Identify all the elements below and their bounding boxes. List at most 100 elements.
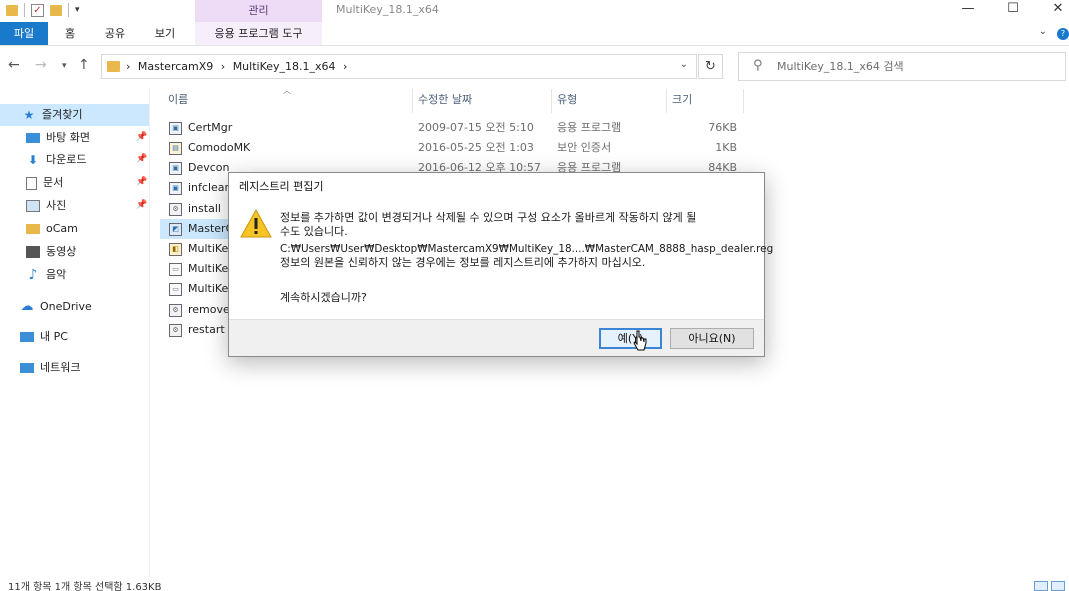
file-name: Devcon	[188, 161, 230, 174]
column-divider[interactable]	[412, 89, 413, 113]
file-size: 76KB	[708, 121, 737, 134]
tab-view[interactable]: 보기	[144, 22, 186, 45]
back-button[interactable]: ←	[8, 57, 20, 73]
batch-icon: ⚙	[169, 304, 182, 317]
pin-icon[interactable]: 📌	[136, 177, 147, 187]
sidebar-item-label: 다운로드	[46, 153, 87, 166]
sidebar-item-label: 즐겨찾기	[42, 108, 83, 121]
file-name: install	[188, 202, 221, 215]
breadcrumb-item[interactable]: MultiKey_18.1_x64	[233, 60, 336, 73]
sidebar-item-music[interactable]: ♪ 음악	[26, 264, 67, 286]
pin-icon[interactable]: 📌	[136, 154, 147, 164]
file-name: ComodoMK	[188, 141, 251, 154]
forward-button[interactable]: →	[35, 57, 47, 73]
file-name: restart	[188, 323, 225, 336]
picture-icon	[26, 200, 40, 212]
exe-icon: ▣	[169, 162, 182, 175]
file-date: 2009-07-15 오전 5:10	[418, 121, 534, 134]
minimize-button[interactable]: —	[945, 0, 991, 20]
sidebar-item-favorites[interactable]: ★ 즐겨찾기	[0, 104, 149, 126]
folder-icon	[26, 224, 40, 234]
manage-context-tab[interactable]: 관리	[195, 0, 322, 22]
file-date: 2016-05-25 오전 1:03	[418, 141, 534, 154]
pc-icon	[20, 332, 34, 342]
mouse-cursor-icon	[633, 330, 647, 351]
breadcrumb-separator: ›	[220, 60, 226, 73]
up-button[interactable]: ↑	[78, 57, 90, 73]
file-row[interactable]: ▣ CertMgr 2009-07-15 오전 5:10 응용 프로그램 76K…	[160, 118, 750, 138]
exe-icon: ▣	[169, 122, 182, 135]
sidebar-item-label: oCam	[46, 222, 78, 235]
file-name: infclean	[188, 181, 232, 194]
file-size: 1KB	[715, 141, 737, 154]
address-bar[interactable]: › MastercamX9 › MultiKey_18.1_x64 › ⌄	[101, 54, 697, 79]
breadcrumb-item[interactable]: MastercamX9	[138, 60, 213, 73]
large-icons-view-icon[interactable]	[1051, 581, 1065, 591]
dialog-button-bar: 예(Y) 아니요(N)	[229, 319, 764, 356]
file-row-selected[interactable]: ◩ MasterC	[160, 219, 233, 239]
batch-icon: ⚙	[169, 203, 182, 216]
close-button[interactable]: ✕	[1035, 0, 1069, 20]
tab-application-tools[interactable]: 응용 프로그램 도구	[195, 22, 322, 45]
sidebar-item-this-pc[interactable]: 내 PC	[20, 326, 68, 348]
sidebar-item-label: 문서	[43, 176, 64, 189]
sidebar-item-label: 바탕 화면	[46, 131, 90, 144]
refresh-button[interactable]: ↻	[698, 54, 723, 79]
sidebar-item-onedrive[interactable]: ☁ OneDrive	[20, 296, 92, 318]
network-icon	[20, 363, 34, 373]
file-name: remove	[188, 303, 230, 316]
sidebar-item-network[interactable]: 네트워크	[20, 357, 80, 379]
recent-locations-icon[interactable]: ▾	[62, 61, 67, 71]
registry-file-path: C:₩Users₩User₩Desktop₩MastercamX9₩MultiK…	[280, 243, 774, 255]
pin-icon[interactable]: 📌	[136, 200, 147, 210]
column-header-date[interactable]: 수정한 날짜	[418, 89, 472, 113]
registry-icon: ◩	[169, 223, 182, 236]
search-placeholder: MultiKey_18.1_x64 검색	[777, 60, 904, 73]
sidebar-item-label: 사진	[46, 199, 67, 212]
new-folder-icon[interactable]	[50, 4, 62, 16]
trust-warning: 정보의 원본을 신뢰하지 않는 경우에는 정보를 레지스트리에 추가하지 마십시…	[280, 256, 646, 269]
toolbar-divider	[24, 3, 25, 17]
sidebar-item-downloads[interactable]: ⬇ 다운로드	[26, 149, 87, 171]
warning-icon	[240, 209, 272, 238]
title-bar: ✓ ▾ 관리 MultiKey_18.1_x64 — ☐ ✕	[0, 0, 1069, 22]
sidebar-item-pictures[interactable]: 사진	[26, 195, 66, 217]
column-divider[interactable]	[666, 89, 667, 113]
properties-icon[interactable]: ✓	[31, 3, 44, 17]
details-view-icon[interactable]	[1034, 581, 1048, 591]
dialog-message: 정보를 추가하면 값이 변경되거나 삭제될 수 있으며 구성 요소가 올바르게 …	[280, 211, 774, 270]
column-header-type[interactable]: 유형	[557, 89, 577, 113]
sidebar-item-label: OneDrive	[40, 300, 92, 313]
help-icon[interactable]: ?	[1057, 28, 1069, 40]
sidebar-item-videos[interactable]: 동영상	[26, 241, 76, 263]
registry-editor-dialog: 레지스트리 편집기 정보를 추가하면 값이 변경되거나 삭제될 수 있으며 구성…	[228, 172, 774, 357]
pin-icon[interactable]: 📌	[136, 132, 147, 142]
file-row[interactable]: ▤ ComodoMK 2016-05-25 오전 1:03 보안 인증서 1KB	[160, 138, 750, 158]
exe-icon: ▣	[169, 182, 182, 195]
search-icon: ⚲	[753, 58, 763, 73]
sort-ascending-icon: ︿	[283, 86, 291, 95]
sidebar-item-ocam[interactable]: oCam	[26, 218, 78, 240]
maximize-button[interactable]: ☐	[990, 0, 1036, 20]
folder-icon[interactable]	[6, 4, 18, 16]
sidebar-item-documents[interactable]: 문서	[26, 172, 63, 194]
column-divider[interactable]	[743, 89, 744, 113]
window-title: MultiKey_18.1_x64	[336, 3, 439, 16]
download-icon: ⬇	[27, 153, 39, 167]
tab-file[interactable]: 파일	[0, 22, 48, 45]
tab-share[interactable]: 공유	[94, 22, 136, 45]
file-type: 보안 인증서	[557, 141, 612, 154]
quick-access-toolbar: ✓ ▾	[6, 3, 80, 17]
column-header-name[interactable]: 이름	[168, 89, 188, 113]
customize-toolbar-icon[interactable]: ▾	[75, 5, 80, 15]
column-header-size[interactable]: 크기	[672, 89, 692, 113]
column-divider[interactable]	[551, 89, 552, 113]
no-button[interactable]: 아니요(N)	[670, 328, 754, 349]
sidebar-item-desktop[interactable]: 바탕 화면	[26, 127, 90, 149]
search-input[interactable]: ⚲ MultiKey_18.1_x64 검색	[738, 52, 1066, 81]
chevron-down-icon[interactable]: ⌄	[680, 59, 688, 70]
yes-button[interactable]: 예(Y)	[599, 328, 662, 349]
tab-home[interactable]: 홈	[52, 22, 88, 45]
navigation-bar: ← → ▾ ↑ › MastercamX9 › MultiKey_18.1_x6…	[0, 49, 1069, 85]
expand-ribbon-icon[interactable]: ⌄	[1039, 26, 1047, 37]
